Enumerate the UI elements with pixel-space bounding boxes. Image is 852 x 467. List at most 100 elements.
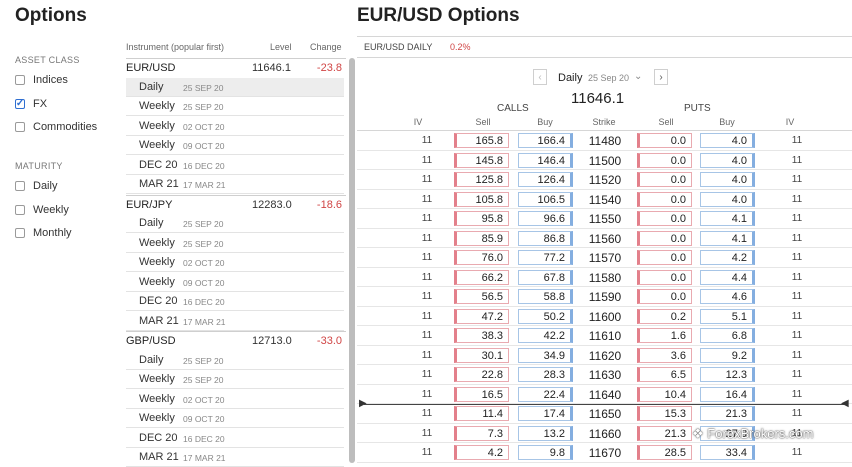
call-buy-price[interactable]: 126.4 [518, 172, 573, 187]
put-sell-price[interactable]: 6.5 [637, 367, 692, 382]
call-sell-price[interactable]: 85.9 [454, 230, 509, 246]
call-sell-price[interactable]: 47.2 [454, 308, 509, 324]
put-buy-price[interactable]: 12.3 [700, 367, 755, 382]
put-buy-price[interactable]: 6.8 [700, 328, 755, 343]
put-buy-price[interactable]: 16.4 [700, 386, 755, 402]
put-buy-price[interactable]: 33.4 [700, 445, 755, 460]
put-sell-price[interactable]: 0.0 [637, 230, 692, 246]
call-buy-price[interactable]: 96.6 [518, 211, 573, 226]
call-buy-price[interactable]: 146.4 [518, 152, 573, 168]
expiry-row[interactable]: DEC 20 16 DEC 20 [126, 156, 344, 175]
put-sell-price[interactable]: 10.4 [637, 386, 692, 402]
call-sell-price[interactable]: 76.0 [454, 250, 509, 265]
call-buy-price[interactable]: 50.2 [518, 308, 573, 324]
asset-class-checkbox[interactable]: ✓ [15, 98, 25, 109]
put-buy-price[interactable]: 4.1 [700, 230, 755, 246]
call-sell-price[interactable]: 165.8 [454, 133, 509, 148]
put-buy-price[interactable]: 9.2 [700, 347, 755, 363]
put-buy-price[interactable]: 4.0 [700, 133, 755, 148]
maturity-checkbox-row[interactable]: Daily [15, 178, 57, 194]
instrument-row[interactable]: EUR/JPY 12283.0 -18.6 [126, 196, 346, 215]
expiry-row[interactable]: Weekly 02 OCT 20 [126, 117, 344, 136]
put-buy-price[interactable]: 4.0 [700, 152, 755, 168]
call-sell-price[interactable]: 4.2 [454, 445, 509, 460]
instrument-list-scrollbar[interactable] [349, 58, 355, 463]
expiry-row[interactable]: Weekly 09 OCT 20 [126, 273, 344, 292]
call-sell-price[interactable]: 16.5 [454, 386, 509, 402]
expiry-row[interactable]: Daily 25 SEP 20 [126, 351, 344, 370]
expiry-row[interactable]: Weekly 09 OCT 20 [126, 136, 344, 155]
maturity-checkbox[interactable] [15, 204, 25, 215]
expiry-row[interactable]: Weekly 02 OCT 20 [126, 390, 344, 409]
call-buy-price[interactable]: 13.2 [518, 425, 573, 441]
call-sell-price[interactable]: 7.3 [454, 425, 509, 441]
call-buy-price[interactable]: 42.2 [518, 328, 573, 343]
expiry-row[interactable]: Weekly 25 SEP 20 [126, 234, 344, 253]
put-sell-price[interactable]: 0.0 [637, 250, 692, 265]
call-sell-price[interactable]: 125.8 [454, 172, 509, 187]
put-sell-price[interactable]: 0.0 [637, 289, 692, 304]
expiry-row[interactable]: Daily 25 SEP 20 [126, 214, 344, 233]
put-buy-price[interactable]: 4.0 [700, 191, 755, 207]
expiry-row[interactable]: MAR 21 17 MAR 21 [126, 175, 344, 194]
put-buy-price[interactable]: 4.4 [700, 269, 755, 285]
call-buy-price[interactable]: 67.8 [518, 269, 573, 285]
expiry-row[interactable]: DEC 20 16 DEC 20 [126, 429, 344, 448]
put-sell-price[interactable]: 21.3 [637, 425, 692, 441]
call-sell-price[interactable]: 30.1 [454, 347, 509, 363]
call-buy-price[interactable]: 22.4 [518, 386, 573, 402]
maturity-checkbox[interactable] [15, 181, 25, 191]
call-buy-price[interactable]: 77.2 [518, 250, 573, 265]
expiry-row[interactable]: Weekly 02 OCT 20 [126, 253, 344, 272]
call-buy-price[interactable]: 28.3 [518, 367, 573, 382]
put-buy-price[interactable]: 5.1 [700, 308, 755, 324]
maturity-checkbox[interactable] [15, 228, 25, 238]
chevron-down-icon[interactable]: ⌄ [634, 71, 642, 82]
expiry-row[interactable]: MAR 21 17 MAR 21 [126, 312, 344, 331]
maturity-checkbox-row[interactable]: Weekly [15, 202, 69, 218]
put-sell-price[interactable]: 0.0 [637, 133, 692, 148]
call-buy-price[interactable]: 106.5 [518, 191, 573, 207]
call-buy-price[interactable]: 17.4 [518, 406, 573, 421]
put-sell-price[interactable]: 0.2 [637, 308, 692, 324]
call-buy-price[interactable]: 166.4 [518, 133, 573, 148]
put-sell-price[interactable]: 1.6 [637, 328, 692, 343]
put-sell-price[interactable]: 0.0 [637, 211, 692, 226]
expiry-row[interactable]: DEC 20 16 DEC 20 [126, 292, 344, 311]
put-sell-price[interactable]: 3.6 [637, 347, 692, 363]
put-sell-price[interactable]: 0.0 [637, 191, 692, 207]
call-sell-price[interactable]: 66.2 [454, 269, 509, 285]
call-buy-price[interactable]: 9.8 [518, 445, 573, 460]
asset-class-checkbox[interactable] [15, 122, 25, 132]
call-buy-price[interactable]: 58.8 [518, 289, 573, 304]
put-buy-price[interactable]: 4.0 [700, 172, 755, 187]
call-sell-price[interactable]: 11.4 [454, 406, 509, 421]
put-buy-price[interactable]: 4.2 [700, 250, 755, 265]
put-sell-price[interactable]: 15.3 [637, 406, 692, 421]
asset-class-checkbox-row[interactable]: Indices [15, 72, 68, 88]
instrument-row[interactable]: GBP/USD 12713.0 -33.0 [126, 332, 346, 351]
call-sell-price[interactable]: 145.8 [454, 152, 509, 168]
put-sell-price[interactable]: 0.0 [637, 269, 692, 285]
asset-class-checkbox-row[interactable]: ✓ FX [15, 96, 47, 112]
asset-class-checkbox[interactable] [15, 75, 25, 85]
call-sell-price[interactable]: 105.8 [454, 191, 509, 207]
instrument-row[interactable]: EUR/USD 11646.1 -23.8 [126, 59, 346, 78]
put-buy-price[interactable]: 4.1 [700, 211, 755, 226]
expiry-row[interactable]: Weekly 09 OCT 20 [126, 409, 344, 428]
asset-class-checkbox-row[interactable]: Commodities [15, 119, 97, 135]
call-sell-price[interactable]: 22.8 [454, 367, 509, 382]
expiry-row[interactable]: Weekly 25 SEP 20 [126, 97, 344, 116]
expiry-selector-date[interactable]: 25 Sep 20 [588, 73, 629, 83]
expiry-selector-label[interactable]: Daily [558, 72, 582, 84]
call-sell-price[interactable]: 56.5 [454, 289, 509, 304]
expiry-row[interactable]: Daily 25 SEP 20 [126, 77, 344, 97]
prev-expiry-button[interactable]: ‹ [533, 69, 547, 85]
put-buy-price[interactable]: 21.3 [700, 406, 755, 421]
call-sell-price[interactable]: 38.3 [454, 328, 509, 343]
expiry-row[interactable]: Weekly 25 SEP 20 [126, 370, 344, 389]
next-expiry-button[interactable]: › [654, 69, 668, 85]
call-buy-price[interactable]: 86.8 [518, 230, 573, 246]
call-buy-price[interactable]: 34.9 [518, 347, 573, 363]
put-buy-price[interactable]: 4.6 [700, 289, 755, 304]
